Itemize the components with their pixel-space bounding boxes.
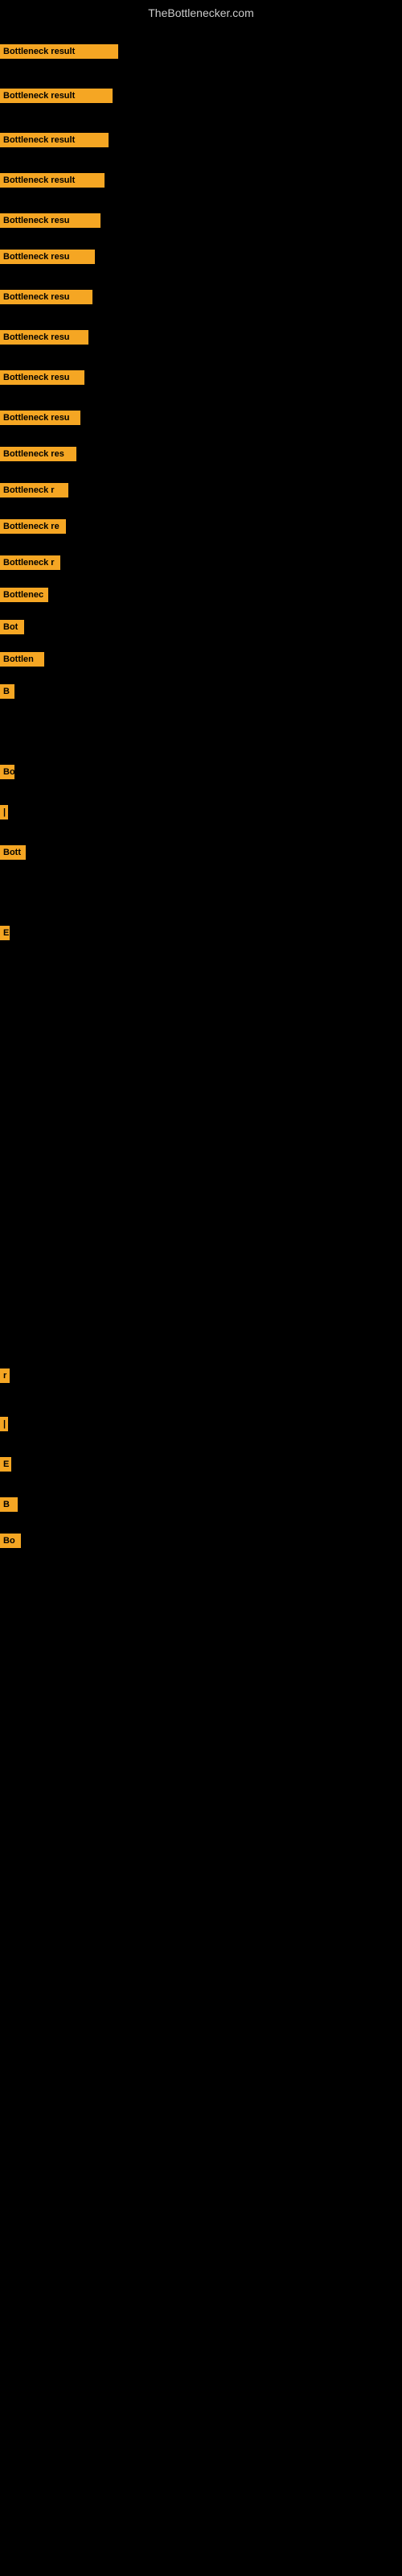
- bottleneck-bar-18: Bo: [0, 765, 14, 779]
- bottleneck-bar-2: Bottleneck result: [0, 133, 109, 147]
- site-title: TheBottlenecker.com: [0, 0, 402, 23]
- bottleneck-bar-13: Bottleneck r: [0, 555, 60, 570]
- bottleneck-bar-14: Bottlenec: [0, 588, 48, 602]
- bottleneck-bar-15: Bot: [0, 620, 24, 634]
- bottleneck-bar-17: B: [0, 684, 14, 699]
- bottleneck-bar-0: Bottleneck result: [0, 44, 118, 59]
- bottleneck-bar-4: Bottleneck resu: [0, 213, 100, 228]
- bottleneck-bar-1: Bottleneck result: [0, 89, 113, 103]
- bottleneck-bar-12: Bottleneck re: [0, 519, 66, 534]
- bottleneck-bar-26: Bo: [0, 1534, 21, 1548]
- bottleneck-bar-9: Bottleneck resu: [0, 411, 80, 425]
- bottleneck-bar-25: B: [0, 1497, 18, 1512]
- bottleneck-bar-23: |: [0, 1417, 8, 1431]
- bottleneck-bar-3: Bottleneck result: [0, 173, 105, 188]
- bottleneck-bar-20: Bott: [0, 845, 26, 860]
- bottleneck-bar-24: E: [0, 1457, 11, 1472]
- bottleneck-bar-5: Bottleneck resu: [0, 250, 95, 264]
- bottleneck-bar-11: Bottleneck r: [0, 483, 68, 497]
- bottleneck-bar-7: Bottleneck resu: [0, 330, 88, 345]
- bottleneck-bar-19: |: [0, 805, 8, 819]
- bottleneck-bar-21: E: [0, 926, 10, 940]
- bottleneck-bar-10: Bottleneck res: [0, 447, 76, 461]
- bottleneck-bar-16: Bottlen: [0, 652, 44, 667]
- bottleneck-bar-6: Bottleneck resu: [0, 290, 92, 304]
- bottleneck-bar-8: Bottleneck resu: [0, 370, 84, 385]
- bottleneck-bar-22: r: [0, 1368, 10, 1383]
